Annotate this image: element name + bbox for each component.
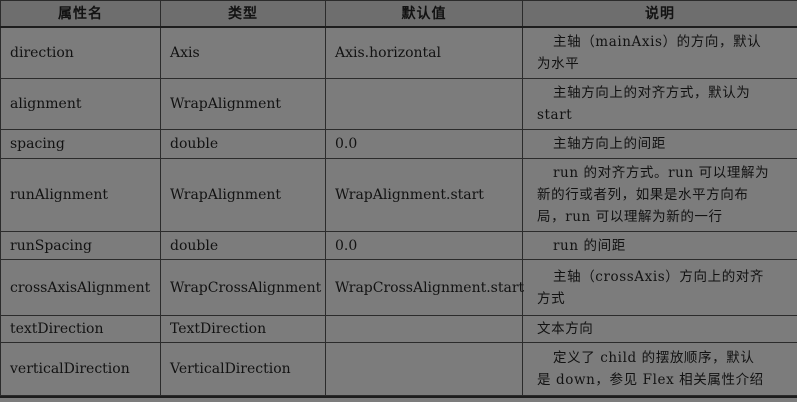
cell-type: WrapAlignment xyxy=(160,158,326,232)
cell-type: WrapAlignment xyxy=(160,78,326,130)
description-line: 为水平 xyxy=(537,55,580,72)
description-line: 是 down，参见 Flex 相关属性介绍 xyxy=(537,372,764,388)
description-line: 新的行或者列，如果是水平方向布 xyxy=(537,187,749,203)
cell-default xyxy=(325,342,523,396)
table-row: verticalDirection VerticalDirection 定义了 … xyxy=(0,342,797,396)
cell-name: crossAxisAlignment xyxy=(0,259,161,316)
cell-description: 文本方向 xyxy=(522,315,797,343)
properties-table: 属性名 类型 默认值 说明 direction Axis Axis.horizo… xyxy=(0,0,797,396)
cell-name: alignment xyxy=(0,78,161,130)
cell-default: WrapAlignment.start xyxy=(325,158,523,232)
cell-name: verticalDirection xyxy=(0,342,161,396)
description-line: run 的对齐方式。run 可以理解为 xyxy=(553,165,770,181)
cell-type: WrapCrossAlignment xyxy=(160,259,326,316)
description-line: 局，run 可以理解为新的一行 xyxy=(537,209,723,225)
cell-description: 主轴（crossAxis）方向上的对齐 方式 xyxy=(522,259,797,316)
table-row: direction Axis Axis.horizontal 主轴（mainAx… xyxy=(0,26,797,79)
description-line: run 的间距 xyxy=(553,237,626,254)
description-line: 主轴方向上的对齐方式，默认为 xyxy=(553,85,751,101)
cell-default: Axis.horizontal xyxy=(325,26,523,79)
cell-type: double xyxy=(160,231,326,260)
cell-name: runSpacing xyxy=(0,231,161,260)
document-page: 属性名 类型 默认值 说明 direction Axis Axis.horizo… xyxy=(0,0,797,402)
cell-default: 0.0 xyxy=(325,231,523,260)
cell-description: 主轴方向上的间距 xyxy=(522,129,797,159)
header-default-value: 默认值 xyxy=(325,0,523,28)
table-row: spacing double 0.0 主轴方向上的间距 xyxy=(0,129,797,159)
cell-description: 主轴（mainAxis）的方向，默认 为水平 xyxy=(522,26,797,79)
cell-default: WrapCrossAlignment.start xyxy=(325,259,524,316)
description-line: 主轴（mainAxis）的方向，默认 xyxy=(553,33,762,50)
table-row: textDirection TextDirection 文本方向 xyxy=(0,315,797,343)
cell-type: VerticalDirection xyxy=(160,342,326,396)
cell-name: textDirection xyxy=(0,315,161,343)
header-type: 类型 xyxy=(160,0,326,28)
header-property-name: 属性名 xyxy=(0,0,161,28)
cell-description: run 的间距 xyxy=(522,231,797,260)
table-row: runAlignment WrapAlignment WrapAlignment… xyxy=(0,158,797,232)
cell-default xyxy=(325,78,523,130)
description-line: 方式 xyxy=(537,290,566,307)
description-line: start xyxy=(537,107,573,123)
description-line: 主轴方向上的间距 xyxy=(553,136,666,152)
header-description: 说明 xyxy=(522,0,797,28)
description-line: 定义了 child 的摆放顺序，默认 xyxy=(553,350,755,366)
cell-type: Axis xyxy=(160,26,326,79)
cell-description: 主轴方向上的对齐方式，默认为 start xyxy=(522,78,797,130)
description-line: 文本方向 xyxy=(537,321,594,337)
table-row: crossAxisAlignment WrapCrossAlignment Wr… xyxy=(0,259,797,316)
header-row: 属性名 类型 默认值 说明 xyxy=(0,0,797,28)
table-row: runSpacing double 0.0 run 的间距 xyxy=(0,231,797,260)
cell-name: spacing xyxy=(0,129,161,159)
cell-name: direction xyxy=(0,26,161,79)
bottom-rule xyxy=(0,396,797,398)
cell-description: 定义了 child 的摆放顺序，默认 是 down，参见 Flex 相关属性介绍 xyxy=(522,342,797,396)
cell-default: 0.0 xyxy=(325,129,523,159)
cell-type: double xyxy=(160,129,326,159)
cell-name: runAlignment xyxy=(0,158,161,232)
description-line: 主轴（crossAxis）方向上的对齐 xyxy=(553,268,765,285)
table-row: alignment WrapAlignment 主轴方向上的对齐方式，默认为 s… xyxy=(0,78,797,130)
cell-description: run 的对齐方式。run 可以理解为 新的行或者列，如果是水平方向布 局，ru… xyxy=(522,158,797,232)
cell-type: TextDirection xyxy=(160,315,326,343)
cell-default xyxy=(325,315,523,343)
